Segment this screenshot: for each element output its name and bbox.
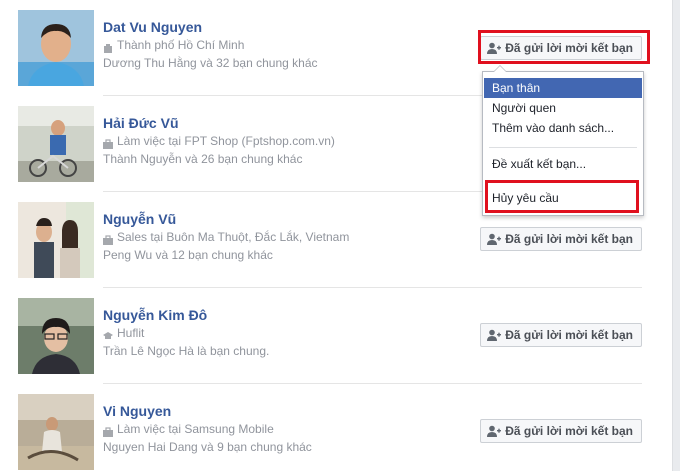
profile-photo[interactable] <box>18 106 94 182</box>
friend-request-sent-label: Đã gửi lời mời kết bạn <box>505 424 633 438</box>
person-work: Sales tại Buôn Ma Thuột, Đắc Lắk, Vietna… <box>117 230 350 244</box>
briefcase-icon <box>103 136 113 149</box>
profile-photo[interactable] <box>18 298 94 374</box>
person-name[interactable]: Vi Nguyen <box>103 402 463 420</box>
friend-request-sent-button[interactable]: Đã gửi lời mời kết bạn <box>480 36 642 60</box>
school-icon <box>103 328 113 339</box>
briefcase-icon <box>103 424 113 437</box>
location-icon <box>103 40 113 53</box>
person-name[interactable]: Nguyễn Vũ <box>103 210 463 228</box>
menu-caret <box>493 65 507 72</box>
mutual-friends[interactable]: Thành Nguyễn và 26 bạn chung khác <box>103 150 463 168</box>
menu-item-acquaintances[interactable]: Người quen <box>484 98 642 118</box>
profile-photo[interactable] <box>18 202 94 278</box>
menu-divider <box>489 147 637 148</box>
friend-request-menu: Bạn thân Người quen Thêm vào danh sách..… <box>482 65 644 216</box>
friend-request-sent-button[interactable]: Đã gửi lời mời kết bạn <box>480 323 642 347</box>
friend-request-sent-button[interactable]: Đã gửi lời mời kết bạn <box>480 227 642 251</box>
person-location: Thành phố Hồ Chí Minh <box>117 38 245 52</box>
person-name[interactable]: Dat Vu Nguyen <box>103 18 463 36</box>
mutual-friends[interactable]: Dương Thu Hằng và 32 bạn chung khác <box>103 54 463 72</box>
person-work: Làm việc tại FPT Shop (Fptshop.com.vn) <box>117 134 335 148</box>
mutual-friends[interactable]: Nguyen Hai Dang và 9 bạn chung khác <box>103 438 463 456</box>
profile-photo[interactable] <box>18 10 94 86</box>
add-friend-icon <box>487 425 502 437</box>
add-friend-icon <box>487 42 502 54</box>
person-work: Làm việc tại Samsung Mobile <box>117 422 274 436</box>
person-school: Huflit <box>117 326 145 340</box>
scrollbar-track[interactable] <box>672 0 680 471</box>
mutual-friends[interactable]: Peng Wu và 12 bạn chung khác <box>103 246 463 264</box>
briefcase-icon <box>103 232 113 245</box>
menu-item-cancel-request[interactable]: Hủy yêu cầu <box>484 188 642 208</box>
menu-item-suggest-friends[interactable]: Đề xuất kết bạn... <box>484 154 642 174</box>
list-item: Vi Nguyen Làm việc tại Samsung Mobile Ng… <box>0 384 662 471</box>
friend-request-sent-button[interactable]: Đã gửi lời mời kết bạn <box>480 419 642 443</box>
menu-item-add-to-list[interactable]: Thêm vào danh sách... <box>484 118 642 138</box>
add-friend-icon <box>487 233 502 245</box>
friend-request-sent-label: Đã gửi lời mời kết bạn <box>505 328 633 342</box>
friend-request-sent-label: Đã gửi lời mời kết bạn <box>505 232 633 246</box>
friend-request-sent-label: Đã gửi lời mời kết bạn <box>505 41 633 55</box>
list-item: Nguyễn Kim Đô Huflit Trần Lê Ngọc Hà là … <box>0 288 662 384</box>
person-name[interactable]: Nguyễn Kim Đô <box>103 306 463 324</box>
mutual-friends[interactable]: Trần Lê Ngọc Hà là bạn chung. <box>103 342 463 360</box>
add-friend-icon <box>487 329 502 341</box>
menu-divider <box>489 181 637 182</box>
menu-item-close-friends[interactable]: Bạn thân <box>484 78 642 98</box>
profile-photo[interactable] <box>18 394 94 470</box>
person-name[interactable]: Hải Đức Vũ <box>103 114 463 132</box>
